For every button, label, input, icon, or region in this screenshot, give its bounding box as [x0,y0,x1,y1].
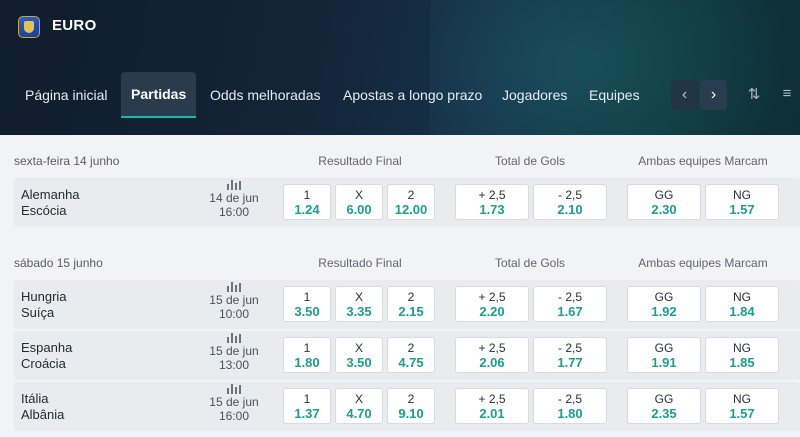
match-hour: 10:00 [218,307,250,321]
odd-button[interactable]: NG 1.57 [705,184,779,220]
match-day: 15 de jun [209,344,259,358]
match-teams[interactable]: Itália Albânia [21,391,64,423]
odd-button[interactable]: + 2,5 2.20 [455,286,529,322]
odd-button[interactable]: GG 1.92 [627,286,701,322]
odd-button[interactable]: + 2,5 1.73 [455,184,529,220]
stats-icon[interactable] [227,333,241,343]
odd-button[interactable]: GG 2.30 [627,184,701,220]
tab-teams[interactable]: Equipes [589,72,640,118]
tab-boosted-odds[interactable]: Odds melhoradas [210,72,321,118]
market-header-btts: Ambas equipes Marcam [638,154,768,168]
section-date: sexta-feira 14 junho [14,154,120,168]
odd-button[interactable]: + 2,5 2.01 [455,388,529,424]
chevron-right-icon[interactable]: › [700,80,727,110]
stats-icon[interactable] [227,282,241,292]
filter-icon[interactable]: ≡ [778,85,796,105]
section-header: sábado 15 junho Resultado Final Total de… [0,242,800,282]
match-row[interactable]: Espanha Croácia 15 de jun 13:00 1 1.80 X3… [14,331,800,380]
odd-button[interactable]: GG 2.35 [627,388,701,424]
odd-button[interactable]: NG 1.85 [705,337,779,373]
trophy-icon[interactable] [18,16,40,38]
tab-outrights[interactable]: Apostas a longo prazo [343,72,482,118]
odd-button[interactable]: X 4.70 [335,388,383,424]
odd-button[interactable]: 1 1.80 [283,337,331,373]
match-time: 15 de jun 10:00 [204,282,264,321]
odd-button[interactable]: - 2,5 2.10 [533,184,607,220]
match-hour: 16:00 [218,409,250,423]
odd-button[interactable]: X 3.35 [335,286,383,322]
chevron-left-icon[interactable]: ‹ [671,80,698,110]
section-date: sábado 15 junho [14,256,103,270]
away-team: Croácia [21,356,66,371]
brand-title[interactable]: EURO [52,17,97,34]
collapse-icon[interactable]: ⇅ [745,85,763,105]
away-team: Escócia [21,203,67,218]
section-header: sexta-feira 14 junho Resultado Final Tot… [0,140,800,180]
market-header-result: Resultado Final [318,154,402,168]
odd-button[interactable]: - 2,5 1.80 [533,388,607,424]
match-teams[interactable]: Alemanha Escócia [21,187,80,219]
market-header-goals: Total de Gols [494,154,566,168]
away-team: Suíça [21,305,55,320]
match-time: 15 de jun 13:00 [204,333,264,372]
match-hour: 16:00 [218,205,250,219]
tab-matches[interactable]: Partidas [121,72,197,118]
odd-button[interactable]: X 3.50 [335,337,383,373]
match-day: 15 de jun [209,395,259,409]
match-teams[interactable]: Hungria Suíça [21,289,67,321]
home-team: Hungria [21,289,67,304]
home-team: Itália [21,391,49,406]
home-team: Espanha [21,340,73,355]
tab-players[interactable]: Jogadores [502,72,567,118]
odd-button[interactable]: 2 2.15 [387,286,435,322]
market-header-goals: Total de Gols [494,256,566,270]
match-time: 14 de jun 16:00 [204,180,264,219]
odd-button[interactable]: 2 4.75 [387,337,435,373]
odd-button[interactable]: 2 9.10 [387,388,435,424]
match-row[interactable]: Itália Albânia 15 de jun 16:00 1 1.37 X 4.… [14,382,800,431]
market-header-btts: Ambas equipes Marcam [638,256,768,270]
odd-button[interactable]: 2 12.00 [387,184,435,220]
odd-button[interactable]: - 2,5 1.67 [533,286,607,322]
odd-button[interactable]: 1 3.50 [283,286,331,322]
stats-icon[interactable] [227,180,241,190]
match-row[interactable]: Hungria Suíça 15 de jun 10:00 1 3.50 X 3.3… [14,280,800,329]
match-hour: 13:00 [218,358,250,372]
match-teams[interactable]: Espanha Croácia [21,340,72,372]
market-header-result: Resultado Final [318,256,402,270]
odd-button[interactable]: - 2,5 1.77 [533,337,607,373]
home-team: Alemanha [21,187,80,202]
stats-icon[interactable] [227,384,241,394]
match-row[interactable]: Alemanha Escócia 14 de jun 16:00 1 1.24 X… [14,178,800,227]
match-time: 15 de jun 16:00 [204,384,264,423]
match-day: 15 de jun [209,293,259,307]
odd-button[interactable]: NG 1.57 [705,388,779,424]
odd-button[interactable]: X 6.00 [335,184,383,220]
top-header: EURO Página inicial Partidas Odds melhor… [0,0,800,135]
odd-button[interactable]: 1 1.24 [283,184,331,220]
away-team: Albânia [21,407,65,422]
odd-button[interactable]: NG 1.84 [705,286,779,322]
match-day: 14 de jun [209,191,259,205]
odd-button[interactable]: + 2,5 2.06 [455,337,529,373]
odd-button[interactable]: GG 1.91 [627,337,701,373]
tab-home[interactable]: Página inicial [25,72,108,118]
odd-button[interactable]: 1 1.37 [283,388,331,424]
